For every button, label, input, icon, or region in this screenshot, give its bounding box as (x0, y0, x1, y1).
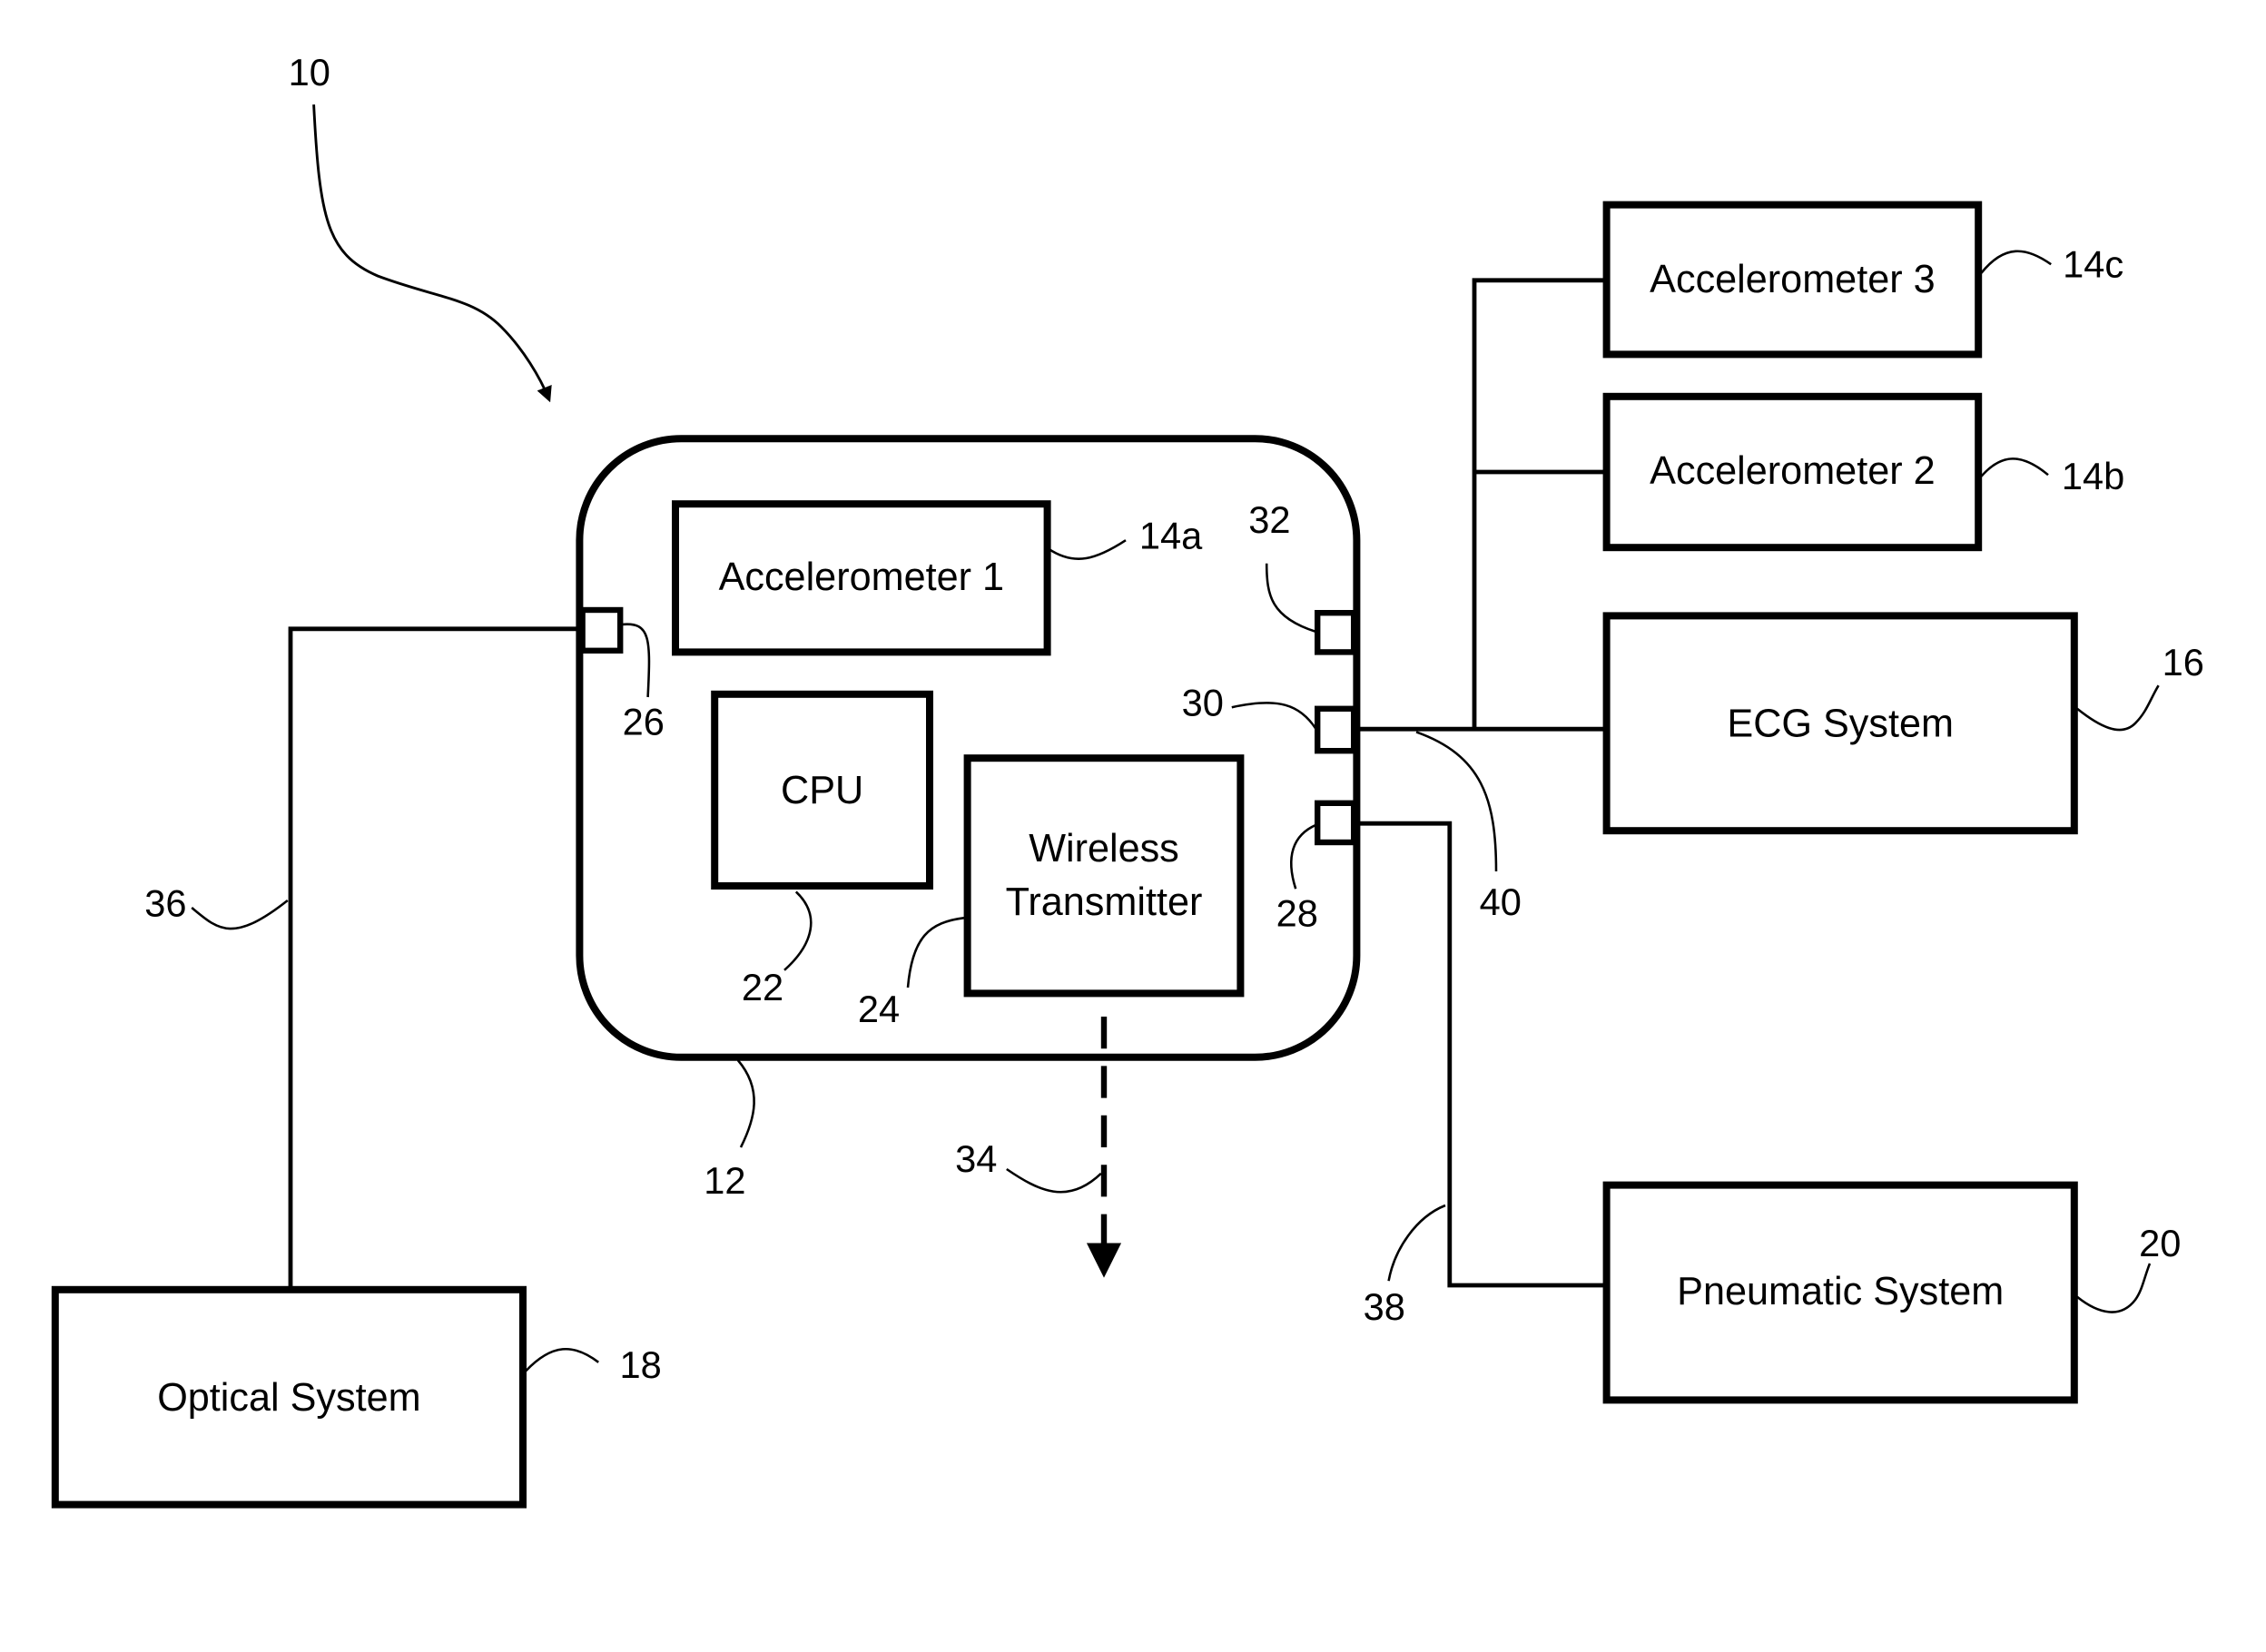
ref-label-system: 10 (289, 51, 330, 93)
ref-label-pneumatic-system: 20 (2139, 1222, 2181, 1264)
accelerometer-2-label: Accelerometer 2 (1650, 449, 1935, 493)
ref-label-wireless-signal: 34 (955, 1137, 997, 1180)
leader-accelerometer-2 (1980, 457, 2049, 477)
system-block-diagram: 10 12 Accelerometer 1 14a CPU 22 Wireles… (51, 51, 2204, 1509)
wireless-transmitter-block (963, 754, 1245, 998)
ref-label-accelerometer-3: 14c (2063, 242, 2123, 285)
leader-device (736, 1059, 755, 1148)
accelerometer-1-label: Accelerometer 1 (719, 556, 1004, 599)
ecg-system-label: ECG System (1727, 702, 1954, 745)
port-30 (1315, 705, 1357, 754)
ref-label-ecg-line: 40 (1480, 880, 1522, 923)
ref-label-optical-system: 18 (619, 1343, 661, 1386)
optical-connection-line (288, 626, 583, 1290)
ref-label-port-28: 28 (1276, 892, 1318, 935)
accelerometer-bus-line (1472, 278, 1607, 730)
optical-system-label: Optical System (157, 1376, 420, 1420)
wireless-transmitter-label-line2: Transmitter (1006, 880, 1203, 924)
leader-optical-line (191, 899, 289, 930)
ref-label-ecg-system: 16 (2163, 641, 2204, 683)
leader-pneumatic-line (1387, 1204, 1446, 1282)
leader-ecg-line (1415, 731, 1498, 872)
ref-label-port-30: 30 (1182, 682, 1224, 724)
port-32 (1315, 610, 1357, 655)
ref-label-wireless-transmitter: 24 (858, 988, 900, 1030)
wireless-transmitter-label-line1: Wireless (1029, 827, 1179, 870)
port-26 (579, 606, 624, 654)
ref-label-optical-line: 36 (144, 881, 186, 924)
ref-label-device: 12 (704, 1159, 745, 1202)
leader-accelerometer-3 (1980, 250, 2052, 274)
ref-label-port-32: 32 (1248, 498, 1290, 541)
ref-label-accelerometer-2: 14b (2062, 455, 2124, 497)
leader-pneumatic-system (2076, 1263, 2152, 1313)
pneumatic-system-label: Pneumatic System (1677, 1270, 2004, 1313)
port-28 (1315, 800, 1357, 846)
ref-label-pneumatic-line: 38 (1364, 1285, 1405, 1328)
ref-label-port-26: 26 (623, 700, 665, 742)
leader-ecg-system (2076, 684, 2160, 732)
cpu-label: CPU (781, 769, 863, 812)
leader-wireless-signal (1006, 1167, 1102, 1194)
system-arrow (312, 104, 552, 403)
accelerometer-3-label: Accelerometer 3 (1650, 258, 1935, 301)
ref-label-cpu: 22 (742, 966, 783, 1008)
leader-optical-system (525, 1347, 599, 1372)
ref-label-accelerometer-1: 14a (1139, 515, 1203, 557)
